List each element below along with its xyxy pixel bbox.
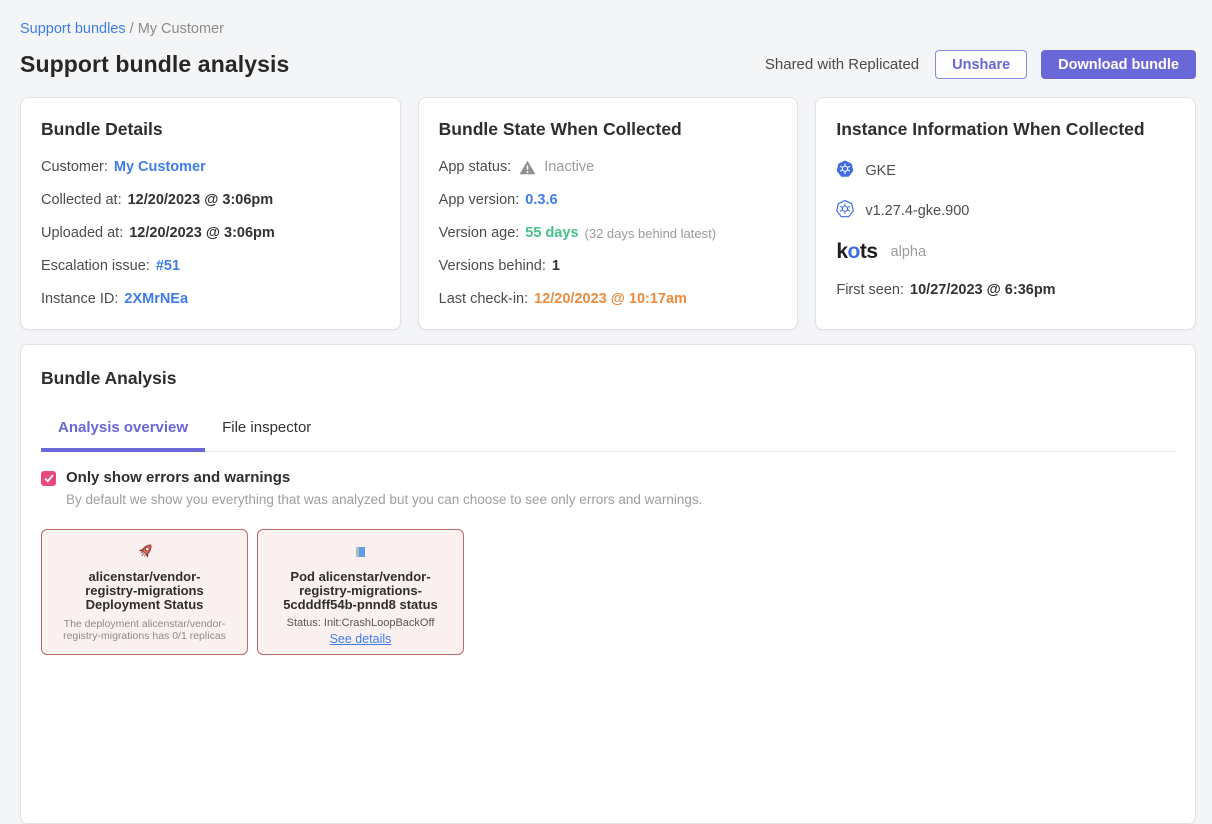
kots-logo-o: o <box>848 240 860 263</box>
download-bundle-button[interactable]: Download bundle <box>1041 50 1196 79</box>
detail-row-customer: Customer: My Customer <box>41 159 380 175</box>
app-version-row: App version: 0.3.6 <box>439 192 778 208</box>
checkmark-icon <box>44 474 54 483</box>
detail-label: Customer: <box>41 159 108 175</box>
bundle-details-card: Bundle Details Customer: My Customer Col… <box>20 97 401 330</box>
bundle-details-title: Bundle Details <box>41 119 380 140</box>
detail-row-instance-id: Instance ID: 2XMrNEa <box>41 291 380 307</box>
first-seen-row: First seen: 10/27/2023 @ 6:36pm <box>836 282 1175 298</box>
rocket-icon <box>56 540 233 564</box>
versions-behind-value: 1 <box>552 258 560 274</box>
kots-logo: kots <box>836 240 877 264</box>
detail-label: Instance ID: <box>41 291 118 307</box>
instance-id-link[interactable]: 2XMrNEa <box>124 291 188 307</box>
page-header: Support bundle analysis Shared with Repl… <box>20 50 1196 79</box>
last-checkin-value: 12/20/2023 @ 10:17am <box>534 291 687 307</box>
analysis-error-card-deployment[interactable]: alicenstar/vendor- registry-migrations D… <box>41 529 248 655</box>
page: Support bundles / My Customer Support bu… <box>0 0 1212 824</box>
k8s-version-row: v1.27.4-gke.900 <box>836 200 1175 222</box>
analysis-tabs: Analysis overview File inspector <box>41 419 1175 452</box>
error-card-status: Status: Init:CrashLoopBackOff <box>272 617 449 629</box>
detail-label: Escalation issue: <box>41 258 150 274</box>
bundle-analysis-card: Bundle Analysis Analysis overview File i… <box>20 344 1196 824</box>
escalation-issue-link[interactable]: #51 <box>156 258 180 274</box>
installer-row: kots alpha <box>836 240 1175 264</box>
app-status-row: App status: Inactive <box>439 159 778 175</box>
version-age-note: (32 days behind latest) <box>585 226 717 241</box>
detail-label: Last check-in: <box>439 291 528 307</box>
detail-row-uploaded-at: Uploaded at: 12/20/2023 @ 3:06pm <box>41 225 380 241</box>
app-status-value: Inactive <box>544 159 594 175</box>
detail-row-escalation-issue: Escalation issue: #51 <box>41 258 380 274</box>
bundle-state-title: Bundle State When Collected <box>439 119 778 140</box>
detail-label: Versions behind: <box>439 258 546 274</box>
detail-label: App status: <box>439 159 512 175</box>
app-version-link[interactable]: 0.3.6 <box>525 192 557 208</box>
error-card-title: alicenstar/vendor- registry-migrations D… <box>56 570 233 612</box>
gke-icon <box>836 160 854 182</box>
breadcrumb-link-support-bundles[interactable]: Support bundles <box>20 21 126 37</box>
uploaded-at-value: 12/20/2023 @ 3:06pm <box>129 225 275 241</box>
filter-text: Only show errors and warnings By default… <box>66 469 702 507</box>
versions-behind-row: Versions behind: 1 <box>439 258 778 274</box>
unshare-button[interactable]: Unshare <box>935 50 1027 79</box>
header-actions: Shared with Replicated Unshare Download … <box>765 50 1196 79</box>
detail-label: Collected at: <box>41 192 122 208</box>
filter-label: Only show errors and warnings <box>66 469 702 486</box>
error-card-message: The deployment alicenstar/vendor- regist… <box>56 618 233 643</box>
first-seen-value: 10/27/2023 @ 6:36pm <box>910 282 1056 298</box>
page-title: Support bundle analysis <box>20 51 289 78</box>
distribution-row: GKE <box>836 160 1175 182</box>
k8s-version-value: v1.27.4-gke.900 <box>865 203 969 219</box>
filter-description: By default we show you everything that w… <box>66 492 702 507</box>
analysis-error-card-pod-status[interactable]: Pod alicenstar/vendor- registry-migratio… <box>257 529 464 655</box>
breadcrumb-separator: / <box>130 21 138 37</box>
bundle-state-card: Bundle State When Collected App status: … <box>418 97 799 330</box>
detail-label: Version age: <box>439 225 520 241</box>
customer-link[interactable]: My Customer <box>114 159 206 175</box>
see-details-link[interactable]: See details <box>330 632 392 646</box>
filter-row: Only show errors and warnings By default… <box>41 469 1175 507</box>
tab-analysis-overview[interactable]: Analysis overview <box>41 419 205 452</box>
bundle-analysis-title: Bundle Analysis <box>41 368 1175 389</box>
version-age-value: 55 days <box>525 225 578 241</box>
instance-info-title: Instance Information When Collected <box>836 119 1175 140</box>
breadcrumb: Support bundles / My Customer <box>20 0 1196 37</box>
error-card-title: Pod alicenstar/vendor- registry-migratio… <box>272 570 449 612</box>
tab-file-inspector[interactable]: File inspector <box>205 419 328 451</box>
detail-label: App version: <box>439 192 520 208</box>
kubernetes-icon <box>836 200 854 222</box>
info-cards-row: Bundle Details Customer: My Customer Col… <box>20 97 1196 330</box>
detail-label: Uploaded at: <box>41 225 123 241</box>
kots-version-value: alpha <box>891 244 926 260</box>
collected-at-value: 12/20/2023 @ 3:06pm <box>128 192 274 208</box>
analysis-results: alicenstar/vendor- registry-migrations D… <box>41 529 1175 655</box>
broken-image-icon <box>272 540 449 564</box>
breadcrumb-current: My Customer <box>138 21 224 37</box>
version-age-row: Version age: 55 days (32 days behind lat… <box>439 225 778 241</box>
distribution-value: GKE <box>865 163 896 179</box>
last-checkin-row: Last check-in: 12/20/2023 @ 10:17am <box>439 291 778 307</box>
detail-row-collected-at: Collected at: 12/20/2023 @ 3:06pm <box>41 192 380 208</box>
shared-status-text: Shared with Replicated <box>765 56 919 73</box>
errors-warnings-checkbox[interactable] <box>41 471 56 486</box>
detail-label: First seen: <box>836 282 904 298</box>
warning-icon <box>519 160 536 175</box>
instance-info-card: Instance Information When Collected GKE … <box>815 97 1196 330</box>
